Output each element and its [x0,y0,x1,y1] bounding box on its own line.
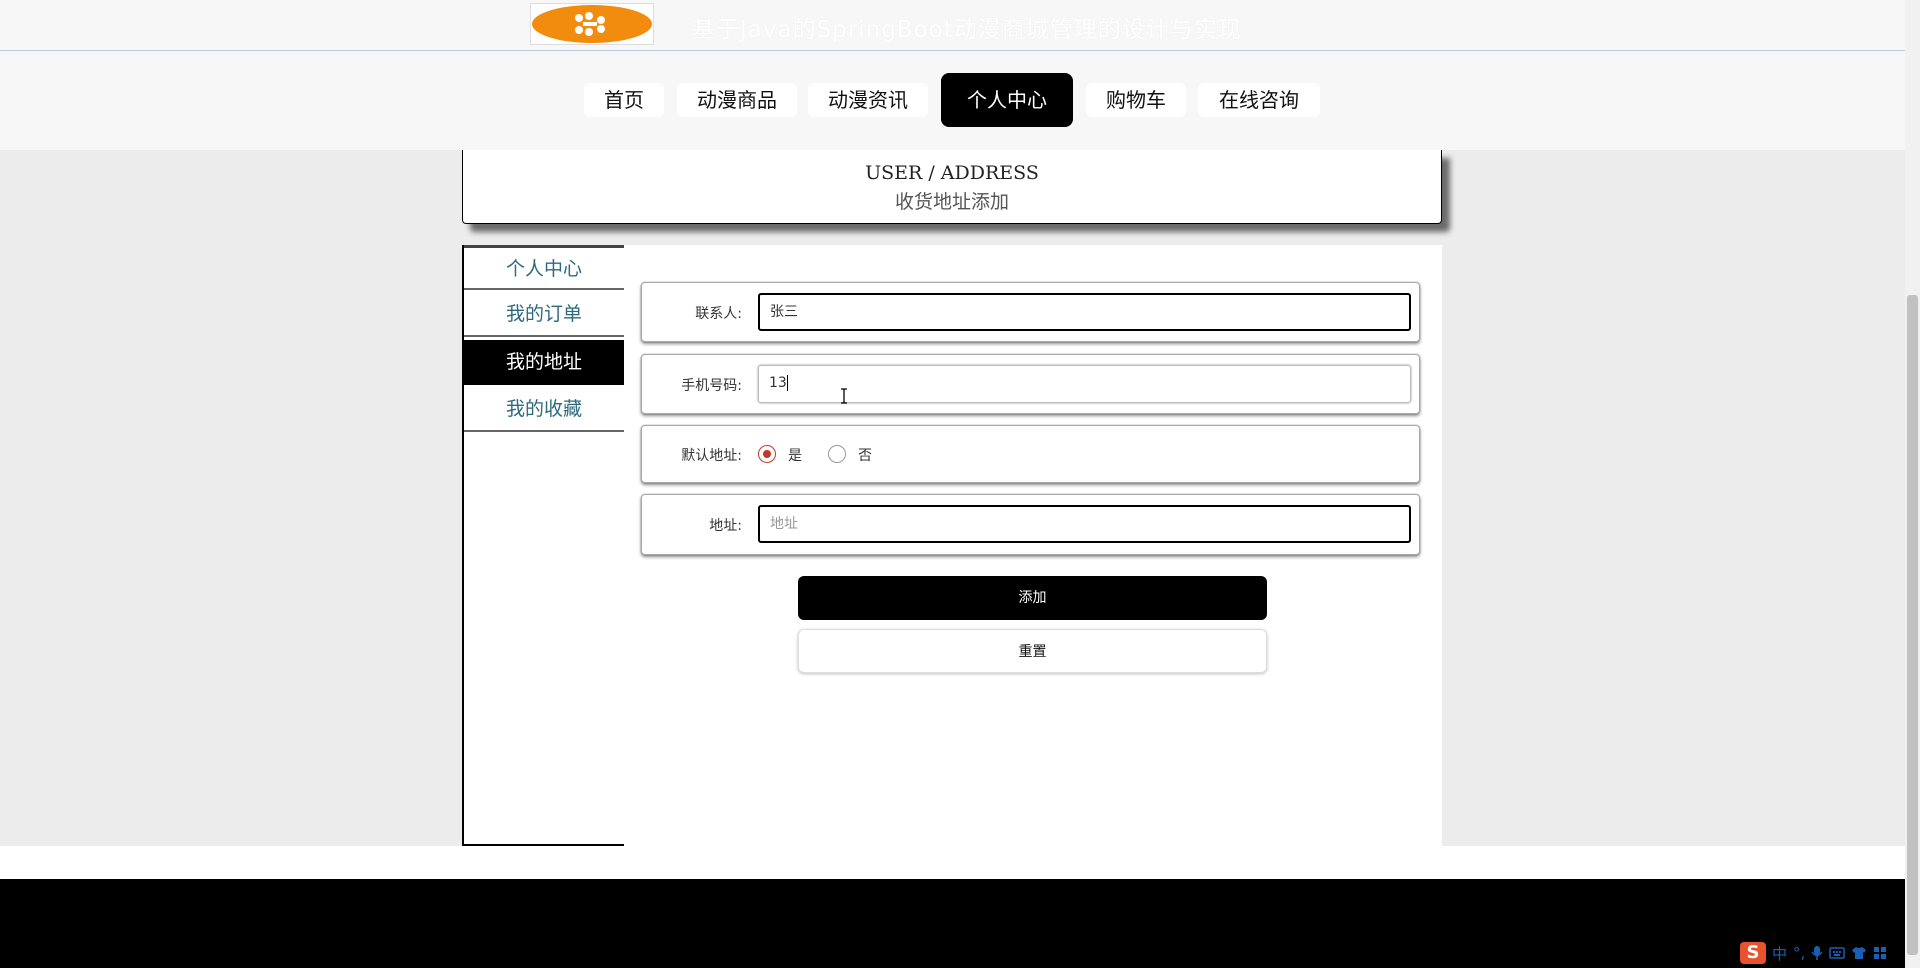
microphone-icon[interactable] [1811,945,1823,961]
address-label: 地址: [709,518,742,534]
ime-toolbar[interactable]: S 中 °, [1740,941,1900,965]
contact-label: 联系人: [695,306,742,322]
default-label: 默认地址: [681,448,742,464]
phone-input[interactable]: 13 [758,365,1411,403]
nav-anime-products[interactable]: 动漫商品 [677,83,797,117]
site-logo[interactable] [530,3,654,45]
keyboard-icon[interactable] [1829,946,1846,960]
phone-input-value: 13 [769,375,787,391]
address-placeholder: 地址 [770,516,798,532]
footer [0,879,1905,968]
page-title-en: USER / ADDRESS [865,162,1039,184]
top-bar: 基于Java的SpringBoot动漫商城管理的设计与实现 [0,0,1905,51]
nav-cart[interactable]: 购物车 [1086,83,1186,117]
address-input[interactable]: 地址 [758,505,1411,543]
ime-logo-icon[interactable]: S [1740,942,1766,964]
ime-mode-indicator[interactable]: 中 [1772,943,1787,964]
phone-label: 手机号码: [681,378,742,394]
sidebar-item-my-address[interactable]: 我的地址 [464,340,624,385]
ime-punctuation-icon[interactable]: °, [1793,944,1805,962]
form-row-default: 默认地址: 是 否 [641,425,1420,483]
nav-anime-news[interactable]: 动漫资讯 [808,83,928,117]
skin-shirt-icon[interactable] [1851,946,1867,960]
form-row-phone: 手机号码: 13 [641,354,1420,414]
scrollbar-thumb[interactable] [1907,295,1918,955]
content-panel: 个人中心 我的订单 我的地址 我的收藏 联系人: 张三 手机号码: 13 默认地… [462,245,1442,846]
contact-input[interactable]: 张三 [758,293,1411,331]
default-no-radio[interactable] [828,445,846,463]
contact-input-value: 张三 [770,304,798,320]
reset-button[interactable]: 重置 [798,629,1267,673]
default-no-label: 否 [858,448,872,464]
page-title-cn: 收货地址添加 [894,191,1009,213]
sidebar: 个人中心 我的订单 我的地址 我的收藏 [462,245,624,846]
default-yes-label: 是 [788,448,802,464]
grid-menu-icon[interactable] [1873,946,1887,960]
page-header-card: USER / ADDRESS 收货地址添加 [462,150,1442,224]
sidebar-item-my-orders[interactable]: 我的订单 [464,293,624,337]
form-row-contact: 联系人: 张三 [641,282,1420,342]
nav-personal-center[interactable]: 个人中心 [941,73,1073,127]
sidebar-item-my-favorites[interactable]: 我的收藏 [464,388,624,432]
page-scrollbar[interactable] [1905,0,1920,968]
nav-home[interactable]: 首页 [584,83,664,117]
nav-online-consult[interactable]: 在线咨询 [1198,83,1320,117]
form-row-address: 地址: 地址 [641,494,1420,555]
default-yes-radio[interactable] [758,445,776,463]
ibeam-cursor-icon [841,388,847,404]
add-button[interactable]: 添加 [798,576,1267,620]
site-title: 基于Java的SpringBoot动漫商城管理的设计与实现 [692,17,1242,43]
sidebar-item-personal-center[interactable]: 个人中心 [464,245,624,290]
main-nav: 首页 动漫商品 动漫资讯 个人中心 购物车 在线咨询 [0,51,1905,150]
